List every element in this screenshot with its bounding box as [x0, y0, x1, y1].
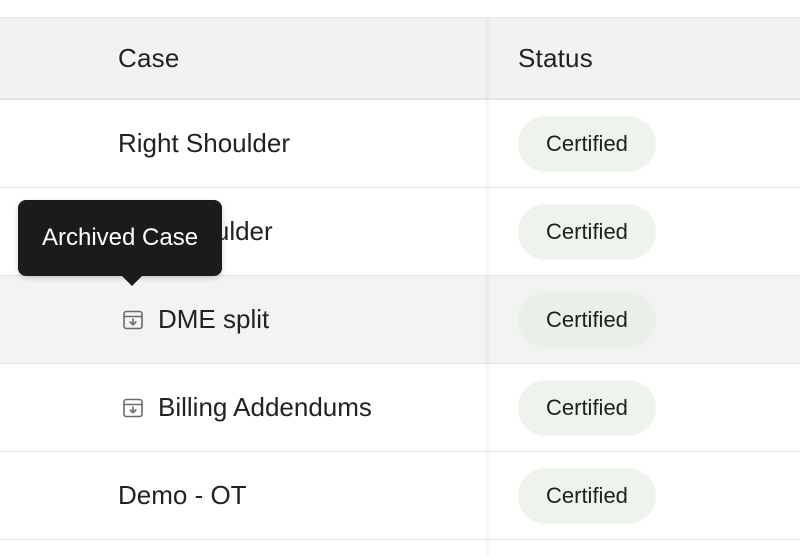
status-cell: Certified [518, 188, 656, 275]
case-cell[interactable]: DME split [118, 276, 269, 363]
case-name: DME split [158, 304, 270, 334]
header-case-label: Case [118, 42, 180, 73]
page: Case Status Right Shoulder Certified Lef… [0, 0, 800, 556]
status-cell: Certified [518, 100, 656, 187]
status-cell: Certified [518, 364, 656, 451]
archive-box-icon[interactable] [122, 397, 144, 419]
header-case[interactable]: Case [118, 18, 180, 98]
status-badge: Certified [518, 115, 656, 172]
table-row[interactable]: DME split Certified [0, 276, 800, 364]
table-row[interactable]: Billing Addendums Certified [0, 364, 800, 452]
tooltip-text: Archived Case [42, 224, 199, 251]
header-status[interactable]: Status [518, 18, 593, 98]
status-cell: Certified [518, 276, 656, 363]
case-cell[interactable]: Billing Addendums [118, 364, 372, 451]
status-badge: Certified [518, 291, 656, 348]
header-status-label: Status [518, 42, 593, 73]
case-name: Billing Addendums [158, 392, 372, 422]
status-cell: Certified [518, 452, 656, 539]
case-name: Right Shoulder [118, 128, 290, 158]
table-row[interactable]: Right Shoulder Certified [0, 100, 800, 188]
case-name: Demo - OT [118, 480, 247, 510]
table-header-row: Case Status [0, 18, 800, 100]
archive-box-icon[interactable] [122, 309, 144, 331]
archived-case-tooltip: Archived Case [18, 200, 223, 276]
status-badge: Certified [518, 379, 656, 436]
top-band [0, 0, 800, 18]
tooltip-arrow [120, 274, 144, 286]
status-badge: Certified [518, 467, 656, 524]
case-cell[interactable]: Demo - OT [118, 452, 247, 539]
case-cell[interactable]: Right Shoulder [118, 100, 290, 187]
table-row[interactable]: Demo - OT Certified [0, 452, 800, 540]
status-badge: Certified [518, 203, 656, 260]
